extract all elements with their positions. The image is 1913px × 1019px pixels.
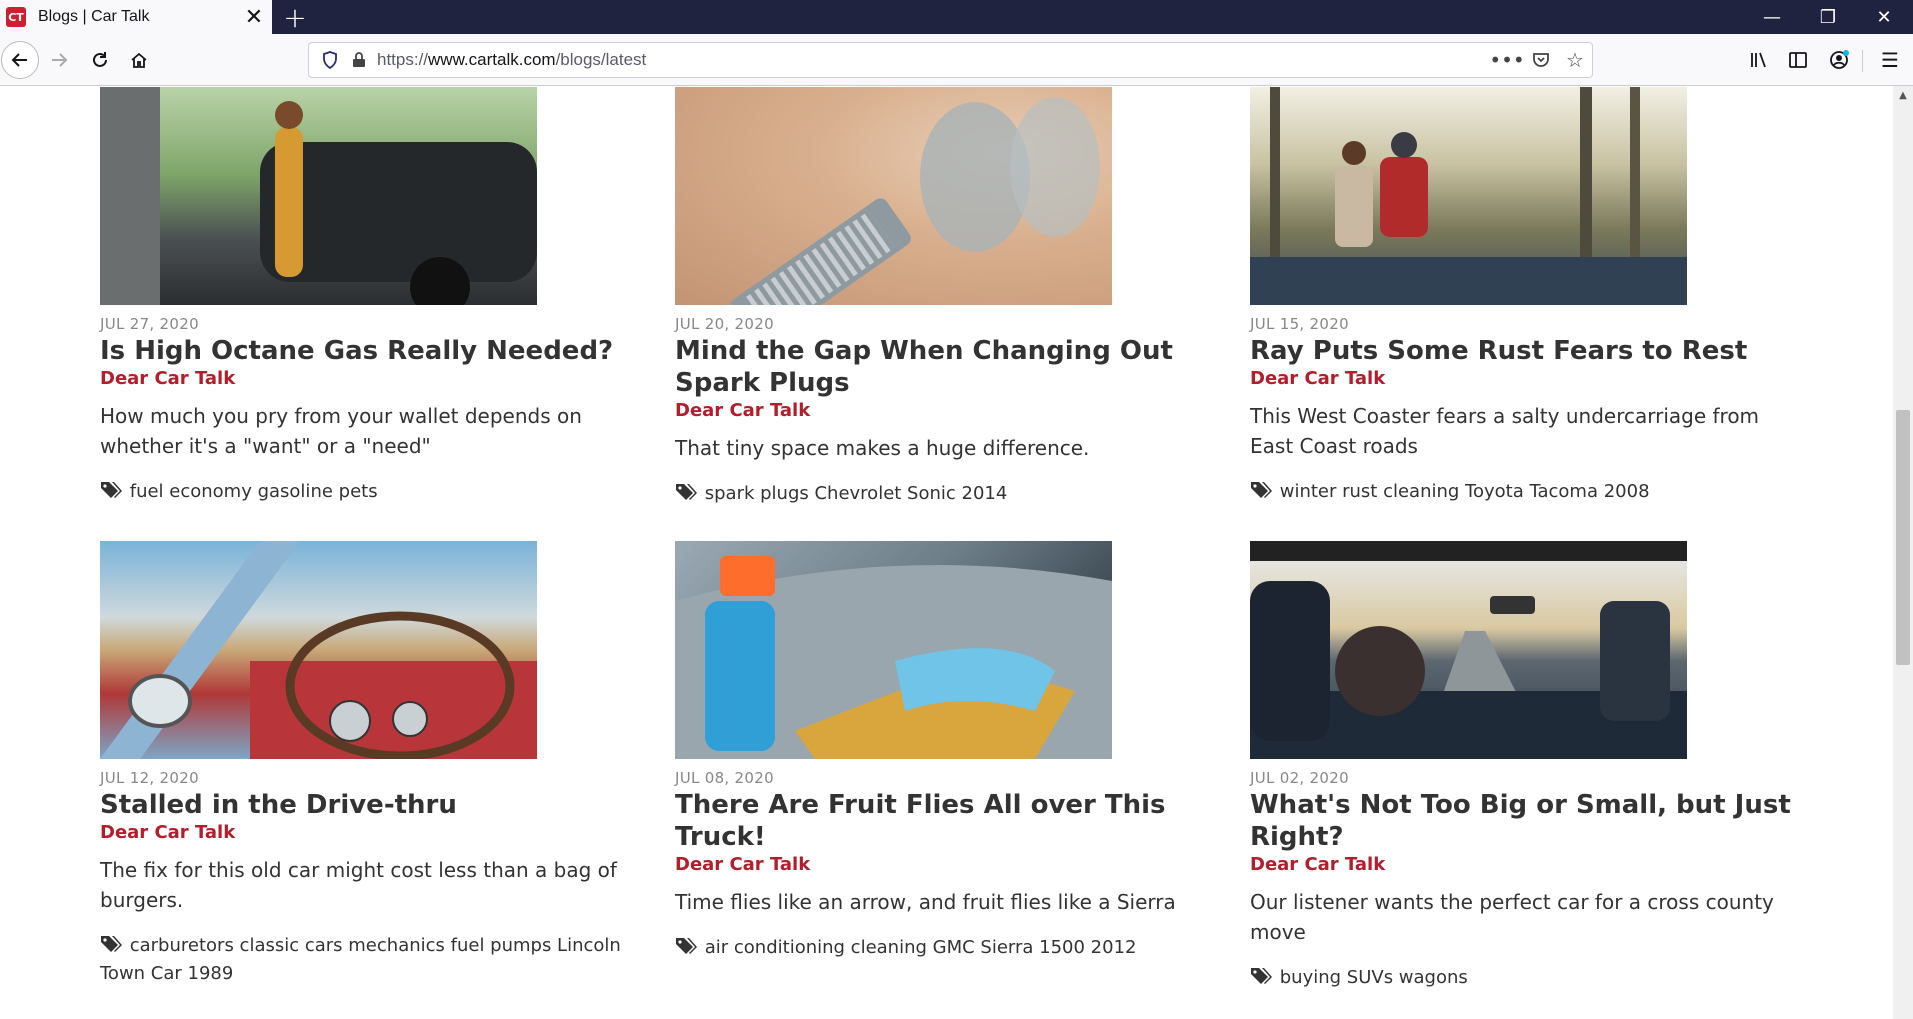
post-tags-text[interactable]: fuel economy gasoline pets	[130, 481, 378, 502]
post-title[interactable]: What's Not Too Big or Small, but Just Ri…	[1250, 789, 1810, 853]
blog-card: JUL 08, 2020 There Are Fruit Flies All o…	[675, 541, 1235, 963]
post-description: Time flies like an arrow, and fruit flie…	[675, 890, 1176, 914]
post-tags: winter rust cleaning Toyota Tacoma 2008	[1250, 479, 1790, 507]
post-image[interactable]	[675, 87, 1112, 305]
post-date: JUL 08, 2020	[675, 769, 774, 787]
tracking-protection-shield-icon[interactable]	[321, 51, 339, 69]
sidebar-icon[interactable]	[1781, 43, 1815, 77]
post-title[interactable]: There Are Fruit Flies All over This Truc…	[675, 789, 1235, 853]
post-tags: carburetors classic cars mechanics fuel …	[100, 933, 640, 987]
tags-icon	[675, 937, 697, 963]
blog-card: JUL 12, 2020 Stalled in the Drive-thru D…	[100, 541, 660, 987]
post-category[interactable]: Dear Car Talk	[675, 400, 1235, 421]
post-date: JUL 27, 2020	[100, 315, 199, 333]
post-tags-text[interactable]: spark plugs Chevrolet Sonic 2014	[705, 483, 1008, 504]
reload-icon[interactable]	[83, 43, 117, 77]
pocket-icon[interactable]	[1524, 43, 1558, 77]
post-description: How much you pry from your wallet depend…	[100, 404, 582, 458]
scrollbar-thumb[interactable]	[1896, 410, 1910, 665]
minimize-icon[interactable]: —	[1744, 0, 1800, 34]
blog-card: JUL 02, 2020 What's Not Too Big or Small…	[1250, 541, 1810, 993]
tags-icon	[1250, 481, 1272, 507]
blog-card: JUL 20, 2020 Mind the Gap When Changing …	[675, 87, 1235, 509]
post-date: JUL 15, 2020	[1250, 315, 1349, 333]
post-description: Our listener wants the perfect car for a…	[1250, 890, 1774, 944]
blog-card: JUL 15, 2020 Ray Puts Some Rust Fears to…	[1250, 87, 1810, 507]
post-tags: buying SUVs wagons	[1250, 965, 1790, 993]
post-tags: air conditioning cleaning GMC Sierra 150…	[675, 935, 1215, 963]
account-icon[interactable]	[1822, 43, 1856, 77]
blog-card: JUL 27, 2020 Is High Octane Gas Really N…	[100, 87, 660, 507]
library-icon[interactable]	[1742, 43, 1776, 77]
navigation-toolbar: https://www.cartalk.com/blogs/latest •••…	[0, 34, 1913, 86]
home-icon[interactable]	[122, 43, 156, 77]
tags-icon	[100, 935, 122, 961]
scroll-up-arrow-icon[interactable]: ▲	[1896, 88, 1910, 102]
post-tags-text[interactable]: winter rust cleaning Toyota Tacoma 2008	[1280, 481, 1650, 502]
post-date: JUL 20, 2020	[675, 315, 774, 333]
post-date: JUL 02, 2020	[1250, 769, 1349, 787]
new-tab-icon[interactable]: +	[278, 0, 312, 34]
tags-icon	[675, 483, 697, 509]
close-tab-icon[interactable]: ✕	[240, 3, 268, 31]
post-description: This West Coaster fears a salty undercar…	[1250, 404, 1760, 458]
post-image[interactable]	[675, 541, 1112, 759]
post-title[interactable]: Ray Puts Some Rust Fears to Rest	[1250, 335, 1810, 367]
bookmark-star-icon[interactable]: ☆	[1558, 43, 1592, 77]
cartalk-favicon-icon: CT	[6, 7, 26, 27]
tags-icon	[1250, 967, 1272, 993]
toolbar-divider	[1862, 50, 1863, 72]
post-image[interactable]	[100, 541, 537, 759]
post-category[interactable]: Dear Car Talk	[100, 822, 660, 843]
tab-title: Blogs | Car Talk	[38, 8, 150, 25]
post-category[interactable]: Dear Car Talk	[100, 368, 660, 389]
post-tags: fuel economy gasoline pets	[100, 479, 640, 507]
lock-icon[interactable]	[351, 51, 367, 69]
post-title[interactable]: Stalled in the Drive-thru	[100, 789, 660, 821]
url-text[interactable]: https://www.cartalk.com/blogs/latest	[377, 50, 1490, 70]
post-date: JUL 12, 2020	[100, 769, 199, 787]
post-tags: spark plugs Chevrolet Sonic 2014	[675, 481, 1215, 509]
post-category[interactable]: Dear Car Talk	[675, 854, 1235, 875]
post-category[interactable]: Dear Car Talk	[1250, 854, 1810, 875]
post-tags-text[interactable]: carburetors classic cars mechanics fuel …	[100, 935, 621, 984]
post-image[interactable]	[100, 87, 537, 305]
page-actions-icon[interactable]: •••	[1489, 43, 1524, 77]
post-title[interactable]: Mind the Gap When Changing Out Spark Plu…	[675, 335, 1235, 399]
forward-icon[interactable]	[42, 43, 76, 77]
post-category[interactable]: Dear Car Talk	[1250, 368, 1810, 389]
post-image[interactable]	[1250, 541, 1687, 759]
restore-icon[interactable]: ❐	[1800, 0, 1856, 34]
post-tags-text[interactable]: buying SUVs wagons	[1280, 967, 1468, 988]
tags-icon	[100, 481, 122, 507]
post-tags-text[interactable]: air conditioning cleaning GMC Sierra 150…	[705, 937, 1137, 958]
post-image[interactable]	[1250, 87, 1687, 305]
post-description: The fix for this old car might cost less…	[100, 858, 617, 912]
post-description: That tiny space makes a huge difference.	[675, 436, 1090, 460]
tab-strip: CT Blogs | Car Talk ✕ + — ❐ ✕	[0, 0, 1913, 34]
menu-icon[interactable]: ☰	[1873, 43, 1907, 77]
post-title[interactable]: Is High Octane Gas Really Needed?	[100, 335, 660, 367]
back-icon[interactable]	[1, 41, 39, 79]
address-bar[interactable]: https://www.cartalk.com/blogs/latest •••…	[308, 42, 1593, 78]
blog-list: JUL 27, 2020 Is High Octane Gas Really N…	[0, 86, 1893, 1019]
window-close-icon[interactable]: ✕	[1856, 0, 1912, 34]
browser-tab[interactable]: CT Blogs | Car Talk ✕	[0, 0, 272, 34]
